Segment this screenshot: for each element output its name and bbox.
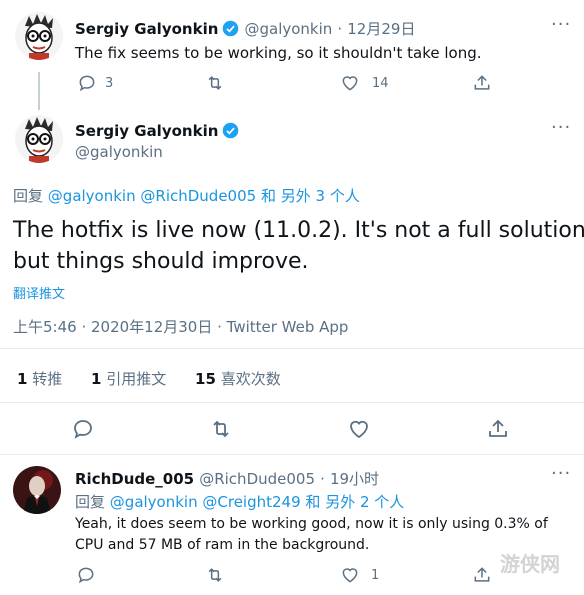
tweet3-text-line: CPU and 57 MB of ram in the background. [75, 537, 370, 553]
tweet2-text-line: but things should improve. [13, 249, 309, 274]
verified-badge-icon [222, 122, 239, 143]
share-icon[interactable] [472, 73, 492, 93]
divider [0, 402, 584, 403]
tweet3-time[interactable]: 19小时 [330, 470, 379, 488]
retweet-count: 1 [17, 370, 28, 388]
quote-count: 1 [91, 370, 102, 388]
tweet2-stats: 1 转推 1 引用推文 15 喜欢次数 [17, 368, 281, 389]
tweet3-header: RichDude_005 @RichDude005 · 19小时 [75, 468, 379, 489]
retweet-label: 转推 [32, 370, 63, 388]
tweet2-display-name[interactable]: Sergiy Galyonkin [75, 122, 218, 140]
reply-others-link[interactable]: 另外 2 个人 [325, 493, 404, 511]
reply-others-link[interactable]: 另外 3 个人 [281, 187, 360, 205]
tweet3-like-count: 1 [371, 568, 380, 583]
retweet-icon[interactable] [205, 565, 225, 585]
tweet2-handle[interactable]: @galyonkin [75, 143, 163, 161]
tweet1-reply-count: 3 [105, 76, 114, 91]
like-count: 15 [195, 370, 216, 388]
avatar-cartoon-icon [15, 115, 63, 163]
tweet2-reply-context: 回复 @galyonkin @RichDude005 和 另外 3 个人 [13, 185, 360, 206]
avatar-cartoon-icon [15, 12, 63, 60]
tweet1-text: The fix seems to be working, so it shoul… [75, 44, 482, 62]
verified-badge-icon [222, 20, 239, 41]
share-icon[interactable] [486, 417, 510, 441]
like-icon[interactable] [340, 565, 360, 585]
share-icon[interactable] [472, 565, 492, 585]
retweet-icon[interactable] [209, 417, 233, 441]
tweet1-header: Sergiy Galyonkin @galyonkin · 12月29日 [75, 18, 415, 41]
tweet3-separator: · [320, 470, 325, 488]
mention-link[interactable]: @galyonkin [48, 187, 136, 205]
mention-link[interactable]: @Creight249 [202, 493, 300, 511]
retweet-stat[interactable]: 1 转推 [17, 370, 62, 388]
tweet1-date[interactable]: 12月29日 [347, 20, 415, 38]
tweet3-reply-context: 回复 @galyonkin @Creight249 和 另外 2 个人 [75, 491, 404, 512]
like-label: 喜欢次数 [220, 370, 281, 388]
tweet1-display-name[interactable]: Sergiy Galyonkin [75, 20, 218, 38]
thread-connector [38, 72, 40, 110]
tweet2-timestamp[interactable]: 上午5:46 · 2020年12月30日 · Twitter Web App [13, 316, 348, 337]
more-icon[interactable]: ··· [551, 14, 571, 35]
reply-icon[interactable] [77, 73, 97, 93]
reply-label: 回复 [13, 187, 44, 205]
tweet3-text: Yeah, it does seem to be working good, n… [75, 514, 548, 556]
tweet1-separator: · [337, 20, 343, 38]
more-icon[interactable]: ··· [551, 117, 571, 138]
mention-link[interactable]: @galyonkin [110, 493, 198, 511]
reply-label: 回复 [75, 493, 106, 511]
tweet2-name-row: Sergiy Galyonkin [75, 121, 239, 143]
reply-and: 和 [260, 187, 276, 205]
watermark: 游侠网 [500, 552, 560, 576]
tweet1-like-count: 14 [372, 76, 389, 91]
like-stat[interactable]: 15 喜欢次数 [195, 370, 281, 388]
avatar-sergiy[interactable] [15, 12, 63, 60]
tweet3-text-line: Yeah, it does seem to be working good, n… [75, 516, 548, 532]
quote-label: 引用推文 [106, 370, 167, 388]
reply-icon[interactable] [76, 565, 96, 585]
tweet3-display-name[interactable]: RichDude_005 [75, 470, 194, 488]
like-icon[interactable] [340, 73, 360, 93]
reply-and: 和 [305, 493, 321, 511]
tweet1-handle[interactable]: @galyonkin [244, 20, 332, 38]
tweet2-text: The hotfix is live now (11.0.2). It's no… [13, 215, 584, 277]
retweet-icon[interactable] [205, 73, 225, 93]
reply-icon[interactable] [71, 417, 95, 441]
avatar-hitman-icon [13, 466, 61, 514]
quote-stat[interactable]: 1 引用推文 [91, 370, 166, 388]
mention-link[interactable]: @RichDude005 [140, 187, 256, 205]
more-icon[interactable]: ··· [551, 463, 571, 484]
divider [0, 454, 584, 455]
avatar-sergiy-main[interactable] [15, 115, 63, 163]
divider [0, 348, 584, 349]
avatar-richdude[interactable] [13, 466, 61, 514]
translate-tweet-link[interactable]: 翻译推文 [13, 283, 65, 302]
like-icon[interactable] [347, 417, 371, 441]
tweet2-text-line: The hotfix is live now (11.0.2). It's no… [13, 218, 584, 243]
tweet3-handle[interactable]: @RichDude005 [199, 470, 315, 488]
